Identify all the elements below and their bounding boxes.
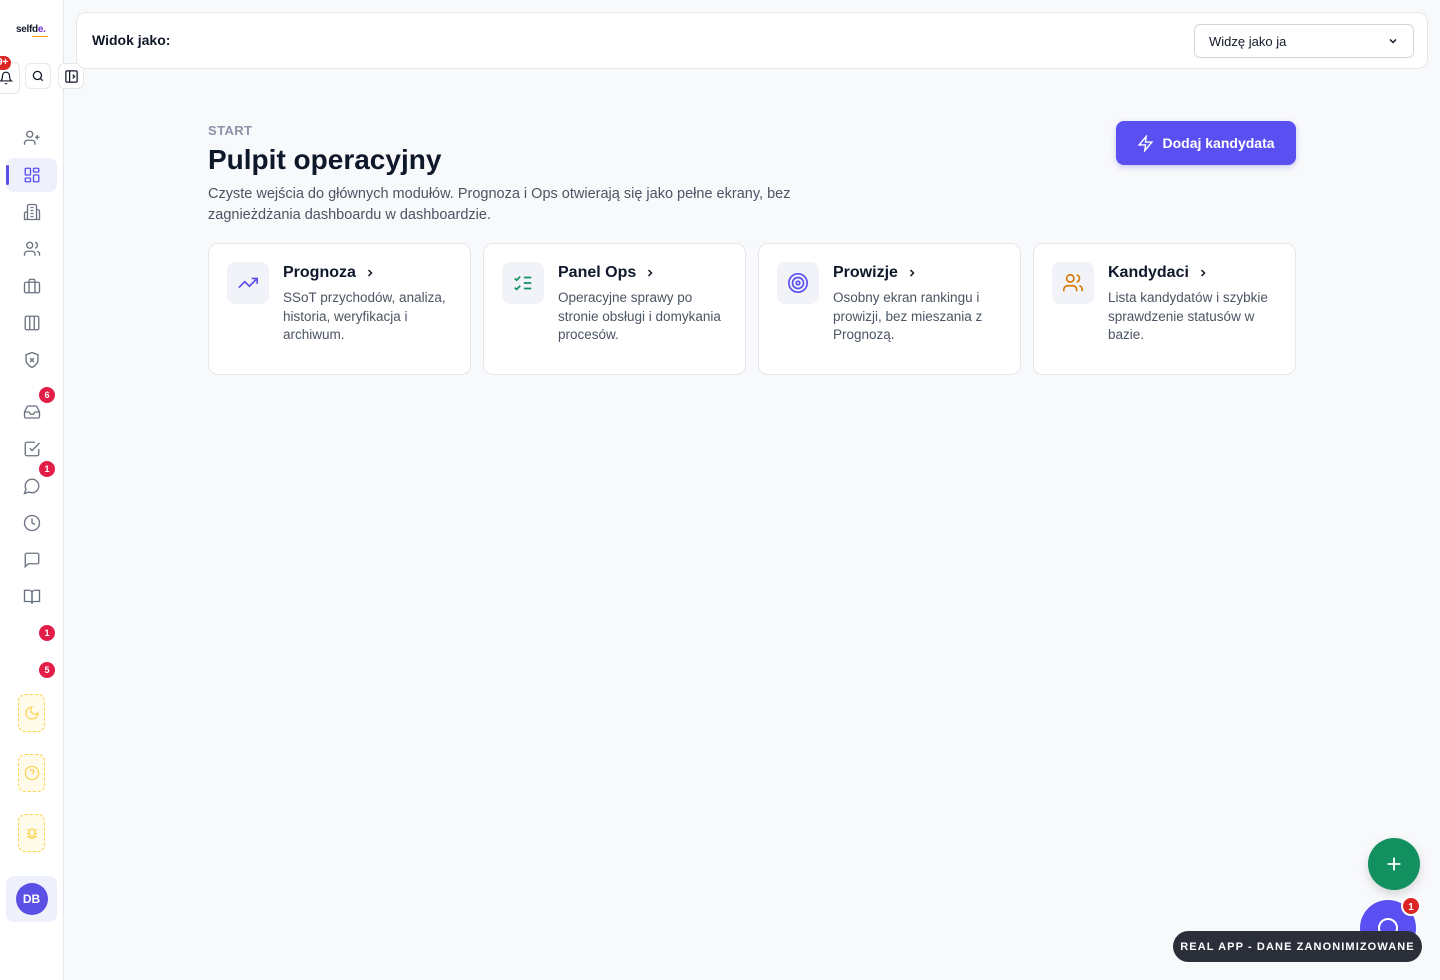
bug-icon bbox=[26, 828, 37, 839]
help-button[interactable] bbox=[18, 754, 45, 792]
card-description: Osobny ekran rankingu i prowizji, bez mi… bbox=[833, 290, 983, 342]
list-checks-icon bbox=[514, 275, 532, 291]
sidebar-item-hidden-1[interactable]: 1 bbox=[6, 624, 57, 658]
environment-banner: REAL APP - DANE ZANONIMIZOWANE bbox=[1173, 931, 1422, 962]
page-description: Czyste wejścia do głównych modułów. Prog… bbox=[208, 186, 791, 223]
app-logo[interactable]: selfde. bbox=[16, 24, 48, 37]
card-title: Prognoza bbox=[283, 264, 376, 282]
sidebar: selfde. 9+ 6 1 bbox=[0, 0, 84, 980]
card-icon-wrap bbox=[1052, 262, 1094, 304]
card-description: Lista kandydatów i szybkie sprawdzenie s… bbox=[1108, 290, 1268, 342]
clock-icon bbox=[23, 514, 40, 532]
view-as-bar: Widok jako: Widzę jako ja bbox=[76, 12, 1428, 69]
sidebar-item-hidden-2[interactable]: 5 bbox=[6, 661, 57, 695]
sidebar-item-add-user[interactable] bbox=[6, 121, 57, 155]
add-candidate-button[interactable]: Dodaj kandydata bbox=[1116, 121, 1296, 165]
sidebar-item-inbox[interactable]: 6 bbox=[6, 387, 57, 429]
users-icon bbox=[23, 241, 40, 256]
shield-x-icon bbox=[24, 351, 39, 369]
target-icon bbox=[788, 273, 808, 293]
chat-badge: 1 bbox=[1401, 896, 1421, 916]
card-description: SSoT przychodów, analiza, historia, wery… bbox=[283, 290, 446, 342]
sidebar-item-history[interactable] bbox=[6, 506, 57, 540]
user-menu[interactable]: DB bbox=[6, 876, 57, 922]
chevron-right-icon bbox=[648, 269, 653, 277]
card-icon-wrap bbox=[502, 262, 544, 304]
sidebar-item-jobs[interactable] bbox=[6, 269, 57, 303]
add-candidate-label: Dodaj kandydata bbox=[1162, 135, 1275, 151]
page-title: Pulpit operacyjny bbox=[208, 144, 442, 175]
user-plus-icon bbox=[23, 130, 39, 145]
zap-icon bbox=[1138, 134, 1154, 152]
view-as-select[interactable]: Widzę jako ja bbox=[1194, 24, 1414, 58]
module-card-panel-ops[interactable]: Panel Ops Operacyjne sprawy po stronie o… bbox=[483, 243, 746, 375]
dashboard-icon bbox=[24, 167, 39, 183]
sidebar-item-buildings[interactable] bbox=[6, 195, 57, 229]
sidebar-item-board[interactable] bbox=[6, 306, 57, 340]
card-icon-wrap bbox=[227, 262, 269, 304]
item-badge: 5 bbox=[39, 662, 55, 678]
columns-icon bbox=[24, 315, 39, 331]
help-circle-icon bbox=[24, 765, 39, 781]
module-card-prowizje[interactable]: Prowizje Osobny ekran rankingu i prowizj… bbox=[758, 243, 1021, 375]
view-as-select-value: Widzę jako ja bbox=[1209, 33, 1287, 49]
sidebar-item-dashboard[interactable] bbox=[6, 158, 57, 192]
sidebar-item-security[interactable] bbox=[6, 343, 57, 377]
module-card-prognoza[interactable]: Prognoza SSoT przychodów, analiza, histo… bbox=[208, 243, 471, 375]
module-card-kandydaci[interactable]: Kandydaci Lista kandydatów i szybkie spr… bbox=[1033, 243, 1296, 375]
book-open-icon bbox=[23, 589, 40, 604]
bell-icon bbox=[0, 71, 13, 85]
search-icon bbox=[32, 70, 44, 82]
inbox-badge: 6 bbox=[39, 387, 55, 403]
trending-up-icon bbox=[238, 277, 258, 289]
sidebar-item-messages[interactable]: 1 bbox=[6, 461, 57, 503]
quick-add-button[interactable] bbox=[1368, 838, 1420, 890]
search-button[interactable] bbox=[25, 63, 51, 89]
building-icon bbox=[23, 203, 40, 221]
card-icon-wrap bbox=[777, 262, 819, 304]
check-square-icon bbox=[24, 441, 40, 457]
chevron-right-icon bbox=[367, 269, 373, 277]
panel-toggle-icon bbox=[64, 69, 78, 83]
card-title: Prowizje bbox=[833, 264, 918, 282]
card-title: Panel Ops bbox=[558, 264, 656, 282]
card-description: Operacyjne sprawy po stronie obsługi i d… bbox=[558, 290, 721, 342]
plus-icon bbox=[1387, 857, 1401, 871]
message-square-icon bbox=[24, 552, 39, 569]
item-badge: 1 bbox=[39, 625, 55, 641]
view-as-label: Widok jako: bbox=[92, 32, 171, 48]
sidebar-item-users[interactable] bbox=[6, 232, 57, 266]
section-eyebrow: START bbox=[208, 123, 253, 138]
chevron-right-icon bbox=[909, 269, 915, 277]
avatar: DB bbox=[15, 883, 48, 915]
sidebar-item-chat[interactable] bbox=[6, 543, 57, 577]
users-icon bbox=[1063, 273, 1083, 292]
sidebar-item-docs[interactable] bbox=[6, 580, 57, 614]
chevron-right-icon bbox=[1200, 269, 1206, 277]
chevron-down-icon bbox=[1389, 38, 1397, 44]
message-circle-icon bbox=[22, 478, 39, 495]
messages-badge: 1 bbox=[39, 461, 55, 477]
briefcase-icon bbox=[23, 278, 40, 294]
card-title: Kandydaci bbox=[1108, 264, 1209, 282]
report-bug-button[interactable] bbox=[18, 814, 45, 852]
moon-icon bbox=[24, 706, 39, 720]
inbox-icon bbox=[23, 405, 40, 419]
theme-toggle-button[interactable] bbox=[18, 694, 45, 732]
